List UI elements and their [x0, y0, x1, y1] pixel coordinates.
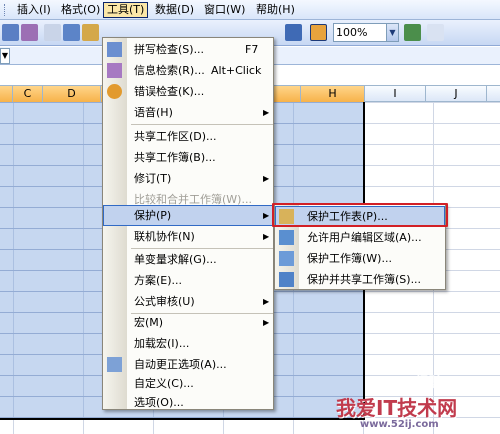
watermark-site: 我爱IT技术网 — [336, 396, 458, 420]
column-header-d[interactable]: D — [43, 86, 101, 102]
menu-item-research[interactable]: 信息检索(R)... Alt+Click — [103, 60, 273, 81]
toolbar-options-icon[interactable] — [427, 24, 444, 41]
menu-format[interactable]: 格式(O) — [58, 2, 103, 18]
menu-item-label: 共享工作簿(B)... — [134, 151, 216, 164]
submenu-arrow-icon: ▶ — [263, 297, 270, 306]
zoom-dropdown-arrow-icon[interactable]: ▼ — [386, 23, 399, 42]
column-header-i[interactable]: I — [365, 86, 426, 102]
menu-item-label: 自动更正选项(A)... — [134, 358, 227, 371]
menu-item-goal-seek[interactable]: 单变量求解(G)... — [103, 249, 273, 270]
menu-item-spelling[interactable]: 拼写检查(S)... F7 — [103, 39, 273, 60]
menu-item-customize[interactable]: 自定义(C)... — [103, 373, 273, 394]
copy-icon[interactable] — [63, 24, 80, 41]
allow-edit-ranges-icon — [279, 230, 294, 245]
spell-check-icon[interactable] — [2, 24, 19, 41]
menu-item-label: 拼写检查(S)... — [134, 43, 205, 56]
paste-icon[interactable] — [82, 24, 99, 41]
menu-item-error-check[interactable]: 错误检查(K)... — [103, 81, 273, 102]
menu-item-label: 保护(P) — [134, 209, 172, 222]
menu-item-options[interactable]: 选项(O)... — [103, 392, 273, 413]
menu-item-label: 联机协作(N) — [134, 230, 195, 243]
menu-item-shortcut: F7 — [245, 43, 259, 56]
research-icon[interactable] — [21, 24, 38, 41]
menu-item-label: 公式审核(U) — [134, 295, 195, 308]
submenu-item-protect-share[interactable]: 保护并共享工作簿(S)... — [275, 269, 445, 290]
menu-item-label: 语音(H) — [134, 106, 173, 119]
watermark-brand: Baidu经验 — [370, 375, 443, 391]
menu-item-macro[interactable]: 宏(M) ▶ — [103, 312, 273, 333]
menu-window[interactable]: 窗口(W) — [201, 2, 248, 18]
submenu-arrow-icon: ▶ — [263, 174, 270, 183]
chart-wizard-icon[interactable] — [285, 24, 302, 41]
name-box-dropdown-icon[interactable]: ▼ — [0, 48, 10, 64]
menu-item-shared-workspace[interactable]: 共享工作区(D)... — [103, 126, 273, 147]
error-check-icon — [107, 84, 122, 99]
column-header-j[interactable]: J — [426, 86, 487, 102]
menu-bar: 插入(I) 格式(O) 工具(T) 数据(D) 窗口(W) 帮助(H) — [0, 0, 500, 20]
zoom-combobox[interactable]: 100% — [333, 23, 387, 42]
menu-item-formula-auditing[interactable]: 公式审核(U) ▶ — [103, 291, 273, 312]
menubar-grip[interactable] — [4, 4, 7, 16]
watermark-url: www.52ij.com — [360, 419, 439, 430]
column-header-h[interactable]: H — [301, 86, 365, 102]
submenu-arrow-icon: ▶ — [263, 232, 270, 241]
menu-item-label: 共享工作区(D)... — [134, 130, 217, 143]
protect-workbook-icon — [279, 251, 294, 266]
drawing-icon[interactable] — [310, 24, 327, 41]
submenu-item-protect-workbook[interactable]: 保护工作簿(W)... — [275, 248, 445, 269]
menu-item-label: 允许用户编辑区域(A)... — [307, 231, 422, 244]
submenu-arrow-icon: ▶ — [263, 211, 270, 220]
menu-separator — [131, 124, 273, 125]
tools-menu: 拼写检查(S)... F7 信息检索(R)... Alt+Click 错误检查(… — [102, 37, 274, 410]
menu-item-label: 修订(T) — [134, 172, 172, 185]
menu-item-track-changes[interactable]: 修订(T) ▶ — [103, 168, 273, 189]
cut-icon[interactable] — [44, 24, 61, 41]
help-icon[interactable] — [404, 24, 421, 41]
menu-item-autocorrect[interactable]: 自动更正选项(A)... — [103, 354, 273, 375]
submenu-item-allow-edit-ranges[interactable]: 允许用户编辑区域(A)... — [275, 227, 445, 248]
menu-item-label: 单变量求解(G)... — [134, 253, 217, 266]
menu-item-label: 信息检索(R)... — [134, 64, 205, 77]
research-icon — [107, 63, 122, 78]
menu-item-shortcut: Alt+Click — [211, 64, 262, 77]
menu-item-label: 选项(O)... — [134, 396, 184, 409]
menu-item-protection[interactable]: 保护(P) ▶ — [103, 205, 273, 226]
menu-item-label: 错误检查(K)... — [134, 85, 205, 98]
menu-item-add-ins[interactable]: 加载宏(I)... — [103, 333, 273, 354]
menu-item-share-workbook[interactable]: 共享工作簿(B)... — [103, 147, 273, 168]
menu-item-speech[interactable]: 语音(H) ▶ — [103, 102, 273, 123]
menu-data[interactable]: 数据(D) — [152, 2, 197, 18]
spell-check-icon — [107, 42, 122, 57]
protect-share-icon — [279, 272, 294, 287]
menu-item-online-collaboration[interactable]: 联机协作(N) ▶ — [103, 226, 273, 247]
menu-item-label: 保护并共享工作簿(S)... — [307, 273, 422, 286]
submenu-arrow-icon: ▶ — [263, 318, 270, 327]
menu-item-label: 保护工作簿(W)... — [307, 252, 392, 265]
column-header-c[interactable]: C — [13, 86, 43, 102]
menu-tools[interactable]: 工具(T) — [103, 2, 149, 18]
menu-item-label: 加载宏(I)... — [134, 337, 190, 350]
submenu-arrow-icon: ▶ — [263, 108, 270, 117]
menu-item-label: 宏(M) — [134, 316, 164, 329]
annotation-highlight-box — [272, 203, 448, 227]
menu-item-label: 自定义(C)... — [134, 377, 194, 390]
menu-item-label: 方案(E)... — [134, 274, 183, 287]
menu-insert[interactable]: 插入(I) — [14, 2, 54, 18]
menu-item-scenarios[interactable]: 方案(E)... — [103, 270, 273, 291]
column-header-b[interactable] — [0, 86, 13, 102]
autocorrect-icon — [107, 357, 122, 372]
menu-help[interactable]: 帮助(H) — [253, 2, 298, 18]
